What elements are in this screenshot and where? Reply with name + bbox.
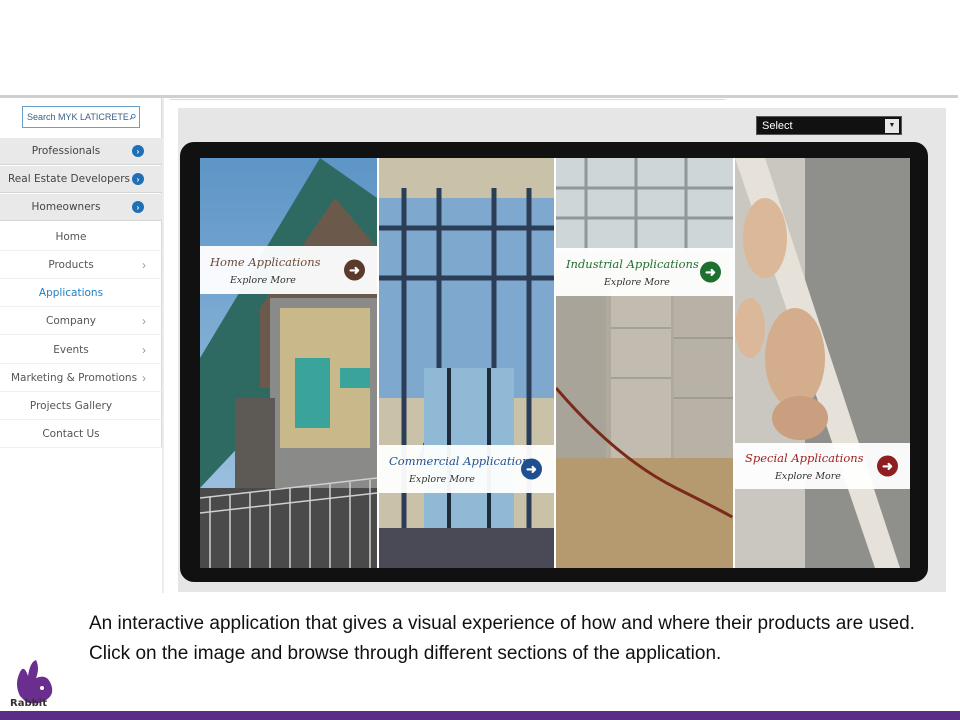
nav-item-marketing-promotions[interactable]: Marketing & Promotions › [0,364,162,392]
content-divider [170,99,725,100]
nav-label: Projects Gallery [29,399,113,412]
search-icon[interactable] [129,110,136,124]
sidebar: Search MYK LATICRETE Professionals › Rea… [0,98,162,448]
plaster-application-image [735,158,910,568]
audience-homeowners[interactable]: Homeowners › [0,194,162,221]
sidebar-edge [162,98,164,593]
arrow-right-circle-icon: › [132,201,144,213]
audience-real-estate-developers[interactable]: Real Estate Developers › [0,166,162,193]
nav-item-products[interactable]: Products › [0,251,162,279]
nav-item-events[interactable]: Events › [0,336,162,364]
search-placeholder[interactable]: Search MYK LATICRETE [23,112,129,122]
logo-text: Rabbit [10,698,47,709]
applications-panel: Select ▼ Home Applications Explore More … [178,108,946,592]
arrow-right-circle-icon[interactable]: ➜ [700,261,721,283]
home-applications-card[interactable]: Home Applications Explore More ➜ [200,246,377,294]
commercial-lobby-image [379,158,554,568]
nav-item-applications[interactable]: Applications [0,279,162,307]
audience-label: Real Estate Developers [7,173,131,185]
tile-commercial-applications[interactable]: Commercial Applications Explore More ➜ [379,158,554,568]
tile-home-applications[interactable]: Home Applications Explore More ➜ [200,158,377,568]
chevron-right-icon: › [142,370,146,385]
nav-label: Products [48,258,94,271]
audience-professionals[interactable]: Professionals › [0,138,162,165]
nav-item-projects-gallery[interactable]: Projects Gallery [0,392,162,420]
dropdown-arrow-icon[interactable]: ▼ [885,118,899,133]
arrow-right-circle-icon: › [132,145,144,157]
nav-item-home[interactable]: Home [0,223,162,251]
search-input[interactable]: Search MYK LATICRETE [22,106,140,128]
arrow-right-circle-icon[interactable]: ➜ [877,455,898,477]
nav-label: Events [53,343,89,356]
audience-label: Professionals [31,145,101,157]
tile-industrial-applications[interactable]: Industrial Applications Explore More ➜ [556,158,733,568]
arrow-right-circle-icon[interactable]: ➜ [521,458,542,480]
tiles-frame: Home Applications Explore More ➜ Commerc… [180,142,928,582]
chevron-right-icon: › [142,342,146,357]
nav-label: Contact Us [42,427,100,440]
select-value[interactable]: Select [757,120,885,132]
house-exterior-image [200,158,377,568]
special-applications-card[interactable]: Special Applications Explore More ➜ [735,443,910,489]
commercial-applications-card[interactable]: Commercial Applications Explore More ➜ [379,445,554,493]
nav-label: Marketing & Promotions [10,371,138,384]
application-select[interactable]: Select ▼ [756,116,902,135]
nav-label: Applications [38,286,104,299]
arrow-right-circle-icon[interactable]: ➜ [344,259,365,281]
slide-caption: An interactive application that gives a … [89,613,915,664]
nav-item-contact-us[interactable]: Contact Us [0,420,162,448]
nav-label: Home [55,230,87,243]
industrial-applications-card[interactable]: Industrial Applications Explore More ➜ [556,248,733,296]
audience-label: Homeowners [31,201,101,213]
nav-item-company[interactable]: Company › [0,307,162,335]
chevron-right-icon: › [142,313,146,328]
chevron-right-icon: › [142,257,146,272]
footer-bar [0,711,960,720]
nav-label: Company [46,314,96,327]
tile-special-applications[interactable]: Special Applications Explore More ➜ [735,158,910,568]
application-tiles: Home Applications Explore More ➜ Commerc… [200,158,910,568]
industrial-plant-image [556,158,733,568]
arrow-right-circle-icon: › [132,173,144,185]
